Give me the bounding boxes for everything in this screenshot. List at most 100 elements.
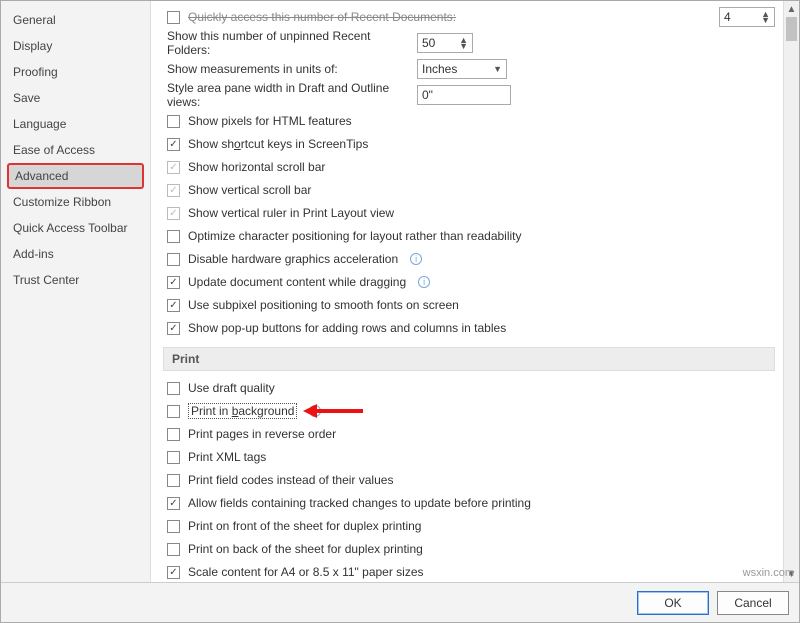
row-units: Show measurements in units of: Inches ▼: [163, 58, 775, 80]
sidebar-item-add-ins[interactable]: Add-ins: [1, 241, 150, 267]
scroll-area: Quickly access this number of Recent Doc…: [151, 1, 783, 582]
chk-duplex-back[interactable]: Print on back of the sheet for duplex pr…: [163, 538, 775, 560]
draft-label: Use draft quality: [188, 381, 275, 395]
checkbox-checked-icon: ✓: [167, 299, 180, 312]
checkbox-icon: [167, 11, 180, 24]
checkbox-icon: [167, 543, 180, 556]
reverse-label: Print pages in reverse order: [188, 427, 336, 441]
h-scroll-label: Show horizontal scroll bar: [188, 160, 325, 174]
info-icon[interactable]: i: [410, 253, 422, 265]
chk-tracked[interactable]: ✓ Allow fields containing tracked change…: [163, 492, 775, 514]
chk-recent-docs[interactable]: Quickly access this number of Recent Doc…: [163, 10, 456, 24]
sidebar-item-general[interactable]: General: [1, 7, 150, 33]
sidebar-item-language[interactable]: Language: [1, 111, 150, 137]
v-scroll-label: Show vertical scroll bar: [188, 183, 311, 197]
checkbox-icon: [167, 382, 180, 395]
print-background-label: Print in background: [188, 403, 297, 419]
checkbox-icon: [167, 253, 180, 266]
disable-hw-label: Disable hardware graphics acceleration: [188, 252, 398, 266]
info-icon[interactable]: i: [418, 276, 430, 288]
style-pane-label: Style area pane width in Draft and Outli…: [163, 81, 417, 109]
chk-shortcut-keys[interactable]: ✓ Show shortcut keys in ScreenTips: [163, 133, 775, 155]
chk-xml[interactable]: Print XML tags: [163, 446, 775, 468]
cancel-button[interactable]: Cancel: [717, 591, 789, 615]
sidebar-item-ease-of-access[interactable]: Ease of Access: [1, 137, 150, 163]
style-pane-textbox[interactable]: 0": [417, 85, 511, 105]
shortcut-keys-label: Show shortcut keys in ScreenTips: [188, 137, 368, 151]
duplex-front-label: Print on front of the sheet for duplex p…: [188, 519, 421, 533]
unpinned-folders-value: 50: [422, 36, 435, 50]
recent-docs-value: 4: [724, 10, 731, 24]
subpixel-label: Use subpixel positioning to smooth fonts…: [188, 298, 459, 312]
units-label: Show measurements in units of:: [163, 62, 417, 76]
scroll-up-icon[interactable]: ▲: [784, 1, 799, 17]
chk-v-ruler: ✓ Show vertical ruler in Print Layout vi…: [163, 202, 775, 224]
recent-docs-spinner[interactable]: 4 ▲▼: [719, 7, 775, 27]
options-dialog: General Display Proofing Save Language E…: [0, 0, 800, 623]
scroll-thumb[interactable]: [786, 17, 797, 41]
chk-disable-hw[interactable]: Disable hardware graphics acceleration i: [163, 248, 775, 270]
unpinned-folders-label: Show this number of unpinned Recent Fold…: [163, 29, 417, 57]
chk-duplex-front[interactable]: Print on front of the sheet for duplex p…: [163, 515, 775, 537]
checkbox-icon: [167, 428, 180, 441]
spinner-buttons-icon: ▲▼: [459, 37, 468, 49]
chk-popup-btns[interactable]: ✓ Show pop-up buttons for adding rows an…: [163, 317, 775, 339]
checkbox-checked-icon: ✓: [167, 138, 180, 151]
chk-scale-a4[interactable]: ✓ Scale content for A4 or 8.5 x 11" pape…: [163, 561, 775, 582]
style-pane-value: 0": [422, 88, 433, 102]
sidebar-item-quick-access-toolbar[interactable]: Quick Access Toolbar: [1, 215, 150, 241]
sidebar-item-customize-ribbon[interactable]: Customize Ribbon: [1, 189, 150, 215]
dialog-footer: OK Cancel: [1, 582, 799, 622]
scale-a4-label: Scale content for A4 or 8.5 x 11" paper …: [188, 565, 424, 579]
chk-draft[interactable]: Use draft quality: [163, 377, 775, 399]
dialog-body: General Display Proofing Save Language E…: [1, 1, 799, 582]
units-value: Inches: [422, 62, 457, 76]
sidebar-item-trust-center[interactable]: Trust Center: [1, 267, 150, 293]
checkbox-checked-icon: ✓: [167, 207, 180, 220]
content-pane: Quickly access this number of Recent Doc…: [151, 1, 799, 582]
checkbox-checked-icon: ✓: [167, 184, 180, 197]
info-icon[interactable]: i: [309, 405, 321, 417]
unpinned-folders-spinner[interactable]: 50 ▲▼: [417, 33, 473, 53]
sidebar-item-display[interactable]: Display: [1, 33, 150, 59]
row-unpinned-folders: Show this number of unpinned Recent Fold…: [163, 29, 775, 57]
sidebar: General Display Proofing Save Language E…: [1, 1, 151, 582]
chk-field-codes[interactable]: Print field codes instead of their value…: [163, 469, 775, 491]
checkbox-icon: [167, 115, 180, 128]
checkbox-checked-icon: ✓: [167, 276, 180, 289]
checkbox-icon: [167, 474, 180, 487]
row-recent-docs: Quickly access this number of Recent Doc…: [163, 6, 775, 28]
xml-label: Print XML tags: [188, 450, 266, 464]
ok-button[interactable]: OK: [637, 591, 709, 615]
chk-pixels-html[interactable]: Show pixels for HTML features: [163, 110, 775, 132]
checkbox-icon: [167, 230, 180, 243]
checkbox-checked-icon: ✓: [167, 566, 180, 579]
chk-subpixel[interactable]: ✓ Use subpixel positioning to smooth fon…: [163, 294, 775, 316]
row-style-pane: Style area pane width in Draft and Outli…: [163, 81, 775, 109]
sidebar-item-proofing[interactable]: Proofing: [1, 59, 150, 85]
chk-print-background[interactable]: Print in background i: [163, 400, 775, 422]
chk-reverse[interactable]: Print pages in reverse order: [163, 423, 775, 445]
checkbox-icon: [167, 405, 180, 418]
chk-h-scroll: ✓ Show horizontal scroll bar: [163, 156, 775, 178]
watermark: wsxin.com: [743, 567, 794, 579]
units-dropdown[interactable]: Inches ▼: [417, 59, 507, 79]
pixels-html-label: Show pixels for HTML features: [188, 114, 352, 128]
duplex-back-label: Print on back of the sheet for duplex pr…: [188, 542, 423, 556]
section-header-print: Print: [163, 347, 775, 371]
sidebar-item-advanced[interactable]: Advanced: [7, 163, 144, 189]
chk-v-scroll: ✓ Show vertical scroll bar: [163, 179, 775, 201]
optimize-pos-label: Optimize character positioning for layou…: [188, 229, 522, 243]
recent-docs-label: Quickly access this number of Recent Doc…: [188, 10, 456, 24]
chk-update-drag[interactable]: ✓ Update document content while dragging…: [163, 271, 775, 293]
v-ruler-label: Show vertical ruler in Print Layout view: [188, 206, 394, 220]
sidebar-item-save[interactable]: Save: [1, 85, 150, 111]
spinner-buttons-icon: ▲▼: [761, 11, 770, 23]
checkbox-icon: [167, 451, 180, 464]
checkbox-icon: [167, 520, 180, 533]
vertical-scrollbar[interactable]: ▲ ▼: [783, 1, 799, 582]
popup-btns-label: Show pop-up buttons for adding rows and …: [188, 321, 506, 335]
chk-optimize-pos[interactable]: Optimize character positioning for layou…: [163, 225, 775, 247]
field-codes-label: Print field codes instead of their value…: [188, 473, 393, 487]
checkbox-checked-icon: ✓: [167, 161, 180, 174]
